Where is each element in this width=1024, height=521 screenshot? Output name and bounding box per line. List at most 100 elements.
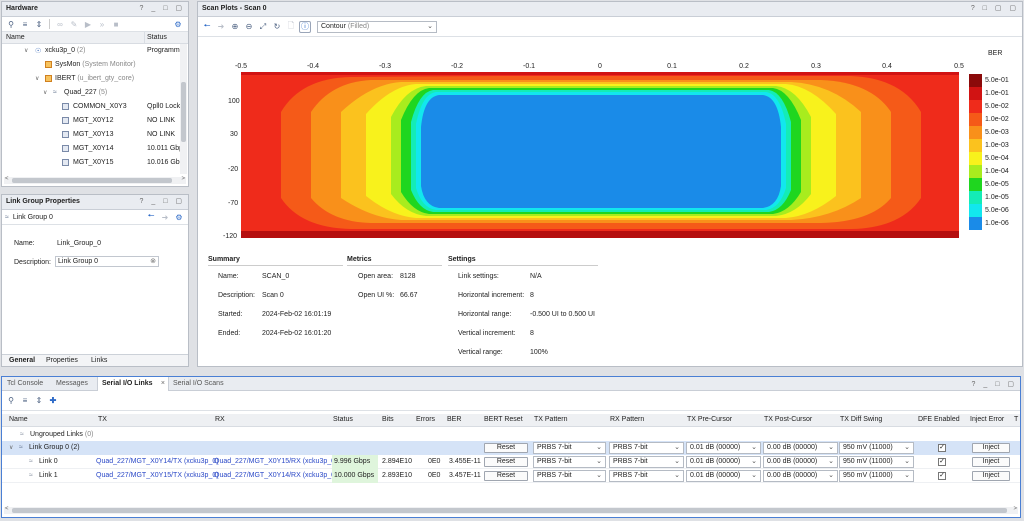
tree-row-mgt[interactable]: MGT_X0Y12 NO LINK: [2, 114, 182, 128]
tab-links[interactable]: Links: [91, 357, 107, 364]
gear-icon[interactable]: ⚙: [172, 18, 184, 30]
col-header[interactable]: Inject Error: [970, 416, 1004, 423]
link-rx[interactable]: Quad_227/MGT_X0Y14/RX (xcku3p_0): [214, 472, 337, 479]
plot-type-select[interactable]: Contour (Filled) ⌄: [317, 20, 437, 33]
scroll-left-icon[interactable]: <: [5, 176, 9, 182]
link-row[interactable]: ≈ Link 0 Quad_227/MGT_X0Y14/TX (xcku3p_0…: [2, 455, 1020, 469]
inject-error-button[interactable]: Inject: [972, 457, 1010, 467]
dfe-enabled-checkbox[interactable]: ✓: [938, 472, 946, 480]
stop-icon[interactable]: ■: [110, 18, 122, 30]
col-header[interactable]: TX Post-Cursor: [764, 416, 812, 423]
link-rx[interactable]: Quad_227/MGT_X0Y15/RX (xcku3p_0): [214, 458, 337, 465]
bert-reset-button[interactable]: Reset: [484, 471, 528, 481]
scroll-right-icon[interactable]: >: [1013, 506, 1017, 512]
run-icon[interactable]: ▶: [82, 18, 94, 30]
tx-post-cursor-select[interactable]: 0.00 dB (00000) ⌄: [763, 470, 838, 482]
inject-error-button[interactable]: Inject: [972, 443, 1010, 453]
zoom-out-icon[interactable]: ⊖: [243, 21, 255, 33]
scrollbar-thumb[interactable]: [12, 178, 172, 183]
tree-row-common[interactable]: COMMON_X0Y3 Qpll0 Locke: [2, 100, 184, 114]
tree-row-ibert[interactable]: ∨ IBERT (u_ibert_gty_core): [2, 72, 182, 86]
col-status[interactable]: Status: [147, 34, 167, 41]
add-link-icon[interactable]: ✚: [47, 395, 59, 407]
forward-icon[interactable]: ➜: [159, 211, 171, 223]
horizontal-scrollbar[interactable]: < >: [4, 176, 186, 184]
col-header[interactable]: BER: [447, 416, 461, 423]
col-header[interactable]: Name: [9, 416, 28, 423]
chevron-down-icon[interactable]: ∨: [35, 75, 39, 82]
tx-diff-swing-select[interactable]: 950 mV (11000) ⌄: [839, 442, 914, 454]
inject-error-button[interactable]: Inject: [972, 471, 1010, 481]
tx-diff-swing-select[interactable]: 950 mV (11000) ⌄: [839, 470, 914, 482]
tree-row-device[interactable]: ∨ ☉ xcku3p_0 (2) Programme: [2, 44, 184, 58]
hardware-window-controls[interactable]: ? _ □ ▢: [140, 2, 185, 16]
col-header[interactable]: Bits: [382, 416, 394, 423]
col-header[interactable]: Errors: [416, 416, 435, 423]
zoom-fit-icon[interactable]: ⤢: [257, 21, 269, 33]
chevron-down-icon[interactable]: ∨: [24, 47, 28, 54]
tx-pre-cursor-select[interactable]: 0.01 dB (00000) ⌄: [686, 456, 761, 468]
link-group-row[interactable]: ∨ ≈ Link Group 0 (2) Reset PRBS 7-bit ⌄ P…: [2, 441, 1020, 455]
tx-pre-cursor-select[interactable]: 0.01 dB (00000) ⌄: [686, 470, 761, 482]
rx-pattern-select[interactable]: PRBS 7-bit ⌄: [609, 456, 684, 468]
program-device-icon[interactable]: ✎: [68, 18, 80, 30]
col-header[interactable]: TX: [98, 416, 107, 423]
col-header[interactable]: TX Diff Swing: [840, 416, 882, 423]
rx-pattern-select[interactable]: PRBS 7-bit ⌄: [609, 442, 684, 454]
tx-post-cursor-select[interactable]: 0.00 dB (00000) ⌄: [763, 456, 838, 468]
tab-serial-io-scans[interactable]: Serial I/O Scans: [173, 380, 224, 387]
tab-messages[interactable]: Messages: [56, 380, 88, 387]
horizontal-scrollbar[interactable]: < >: [4, 506, 1018, 514]
info-icon[interactable]: ⓘ: [299, 20, 311, 33]
close-icon[interactable]: ×: [161, 380, 165, 387]
col-header[interactable]: Status: [333, 416, 353, 423]
col-header[interactable]: BERT Reset: [484, 416, 523, 423]
col-header[interactable]: DFE Enabled: [918, 416, 960, 423]
contour-plot[interactable]: [241, 72, 959, 238]
rx-pattern-select[interactable]: PRBS 7-bit ⌄: [609, 470, 684, 482]
gear-icon[interactable]: ⚙: [173, 211, 185, 223]
search-icon[interactable]: ⚲: [5, 18, 17, 30]
back-icon[interactable]: 🠔: [145, 211, 157, 223]
vertical-scrollbar[interactable]: [180, 44, 187, 174]
description-field[interactable]: Link Group 0 ⊗: [55, 256, 159, 267]
tab-general[interactable]: General: [9, 357, 35, 364]
tree-row-mgt[interactable]: MGT_X0Y14 10.011 Gbp: [2, 142, 183, 156]
back-icon[interactable]: 🠔: [201, 21, 213, 33]
auto-connect-icon[interactable]: ∞: [54, 18, 66, 30]
scrollbar-thumb[interactable]: [181, 82, 186, 142]
col-header[interactable]: RX Pattern: [610, 416, 644, 423]
link-row[interactable]: ≈ Link 1 Quad_227/MGT_X0Y15/TX (xcku3p_0…: [2, 469, 1020, 483]
tx-pattern-select[interactable]: PRBS 7-bit ⌄: [533, 456, 606, 468]
ungrouped-links-row[interactable]: ≈ Ungrouped Links (0): [2, 428, 1020, 441]
dfe-enabled-checkbox[interactable]: ✓: [938, 444, 946, 452]
col-header[interactable]: RX: [215, 416, 225, 423]
tx-pattern-select[interactable]: PRBS 7-bit ⌄: [533, 442, 606, 454]
search-icon[interactable]: ⚲: [5, 395, 17, 407]
bert-reset-button[interactable]: Reset: [484, 457, 528, 467]
export-icon[interactable]: 🗋: [285, 21, 297, 33]
scroll-left-icon[interactable]: <: [5, 506, 9, 512]
link-tx[interactable]: Quad_227/MGT_X0Y14/TX (xcku3p_0): [96, 458, 219, 465]
tx-pattern-select[interactable]: PRBS 7-bit ⌄: [533, 470, 606, 482]
tx-pre-cursor-select[interactable]: 0.01 dB (00000) ⌄: [686, 442, 761, 454]
tab-serial-io-links[interactable]: Serial I/O Links ×: [97, 377, 169, 391]
expand-all-icon[interactable]: ⇕: [33, 395, 45, 407]
scroll-right-icon[interactable]: >: [181, 176, 185, 182]
forward-icon[interactable]: ➜: [215, 21, 227, 33]
col-name[interactable]: Name: [6, 34, 25, 41]
bottom-window-controls[interactable]: ? _ □ ▢: [972, 380, 1017, 388]
tree-row-mgt[interactable]: MGT_X0Y15 10.016 Gbp: [2, 156, 184, 170]
col-header[interactable]: TX Pre-Cursor: [687, 416, 732, 423]
bert-reset-button[interactable]: Reset: [484, 443, 528, 453]
tab-tcl-console[interactable]: Tcl Console: [7, 380, 43, 387]
lgp-window-controls[interactable]: ? _ □ ▢: [140, 195, 185, 209]
col-header[interactable]: T: [1014, 416, 1018, 423]
dfe-enabled-checkbox[interactable]: ✓: [938, 458, 946, 466]
col-header[interactable]: TX Pattern: [534, 416, 567, 423]
tree-row-mgt[interactable]: MGT_X0Y13 NO LINK: [2, 128, 182, 142]
link-tx[interactable]: Quad_227/MGT_X0Y15/TX (xcku3p_0): [96, 472, 219, 479]
collapse-all-icon[interactable]: ≡: [19, 18, 31, 30]
chevron-down-icon[interactable]: ∨: [9, 444, 13, 451]
tab-properties[interactable]: Properties: [46, 357, 78, 364]
